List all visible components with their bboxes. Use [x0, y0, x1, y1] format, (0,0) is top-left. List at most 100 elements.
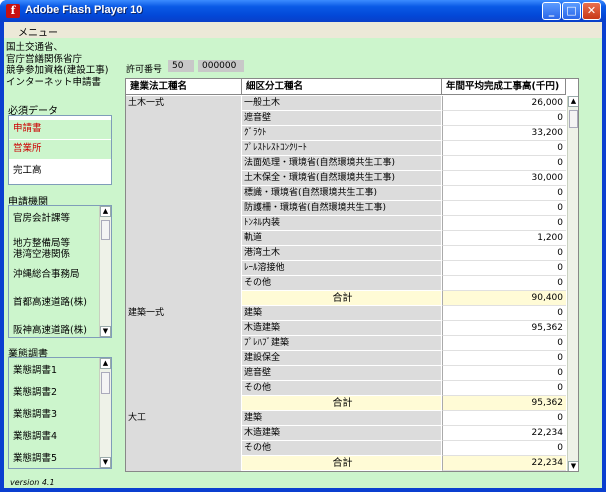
cell-sub-type: 建設保全 — [242, 351, 441, 366]
maximize-button[interactable]: □ — [562, 2, 581, 20]
col-header-annual-amount[interactable]: 年間平均完成工事高(千円) — [442, 79, 566, 95]
table-row: ｸﾞﾗｳﾄ 33,200 — [126, 126, 566, 141]
cell-amount-input[interactable]: 0 — [442, 141, 566, 156]
cell-sub-type: その他 — [242, 381, 441, 396]
cell-amount-input[interactable]: 0 — [442, 306, 566, 321]
cell-work-type: 土木一式 — [126, 96, 242, 111]
table-row: 木造建築 95,362 — [126, 321, 566, 336]
close-button[interactable]: ✕ — [582, 2, 601, 20]
table-row: その他 0 — [126, 441, 566, 456]
cell-amount-input[interactable]: 0 — [442, 276, 566, 291]
cell-amount-input: 90,400 — [442, 291, 566, 306]
org-title: 国土交通省、 官庁営繕関係省庁 競争参加資格(建設工事) インターネット申請書 — [6, 42, 109, 88]
col-header-sub-type[interactable]: 細区分工種名 — [242, 79, 442, 95]
agency-item[interactable]: 阪神高速道路(株) — [9, 322, 99, 336]
cell-amount-input[interactable]: 30,000 — [442, 171, 566, 186]
survey-item[interactable]: 業態調書4 — [9, 428, 99, 442]
cell-work-type — [126, 201, 242, 216]
table-row: 遮音壁 0 — [126, 111, 566, 126]
cell-amount-input[interactable]: 0 — [442, 411, 566, 426]
permit-number-value: 000000 — [198, 60, 244, 72]
cell-sub-type: その他 — [242, 441, 441, 456]
agency-item[interactable]: 沖縄総合事務局 — [9, 266, 99, 280]
scroll-thumb[interactable] — [101, 220, 110, 240]
table-total-row: 合計 90,400 — [126, 291, 566, 306]
cell-work-type — [126, 171, 242, 186]
survey-item[interactable]: 業態調書5 — [9, 450, 99, 464]
scroll-thumb[interactable] — [569, 110, 578, 128]
surveys-list: 業態調書1 業態調書2 業態調書3 業態調書4 業態調書5 ▲ ▼ — [8, 357, 112, 469]
col-header-work-type[interactable]: 建業法工種名 — [126, 79, 242, 95]
cell-amount-input[interactable]: 0 — [442, 246, 566, 261]
cell-amount-input[interactable]: 22,234 — [442, 426, 566, 441]
cell-work-type — [126, 111, 242, 126]
cell-total-label: 合計 — [242, 291, 441, 306]
scroll-up-icon[interactable]: ▲ — [100, 206, 111, 217]
title-bar[interactable]: f Adobe Flash Player 10 _ □ ✕ — [0, 0, 606, 22]
scroll-up-icon[interactable]: ▲ — [100, 358, 111, 369]
cell-amount-input[interactable]: 0 — [442, 381, 566, 396]
cell-amount-input[interactable]: 0 — [442, 111, 566, 126]
cell-amount-input[interactable]: 0 — [442, 336, 566, 351]
table-row: 法面処理・環境省(自然環境共生工事) 0 — [126, 156, 566, 171]
cell-work-type — [126, 456, 242, 471]
table-row: 遮音壁 0 — [126, 366, 566, 381]
required-item-office[interactable]: 営業所 — [9, 140, 111, 160]
minimize-button[interactable]: _ — [542, 2, 561, 20]
cell-work-type — [126, 156, 242, 171]
menu-item-menu[interactable]: メニュー — [18, 24, 58, 39]
cell-work-type — [126, 126, 242, 141]
permit-number-label: 許可番号 — [126, 65, 163, 75]
cell-work-type — [126, 216, 242, 231]
survey-item[interactable]: 業態調書3 — [9, 406, 99, 420]
version-label: version 4.1 — [10, 478, 55, 487]
cell-amount-input[interactable]: 26,000 — [442, 96, 566, 111]
survey-item[interactable]: 業態調書1 — [9, 362, 99, 376]
cell-sub-type: ﾄﾝﾈﾙ内装 — [242, 216, 441, 231]
cell-work-type — [126, 246, 242, 261]
scroll-down-icon[interactable]: ▼ — [100, 326, 111, 337]
cell-work-type: 建築一式 — [126, 306, 242, 321]
cell-sub-type: ﾌﾟﾚﾊﾌﾞ建築 — [242, 336, 441, 351]
cell-amount-input[interactable]: 0 — [442, 351, 566, 366]
survey-item[interactable]: 業態調書2 — [9, 384, 99, 398]
cell-sub-type: 法面処理・環境省(自然環境共生工事) — [242, 156, 441, 171]
cell-work-type — [126, 141, 242, 156]
cell-amount-input[interactable]: 0 — [442, 156, 566, 171]
cell-work-type — [126, 276, 242, 291]
cell-work-type — [126, 426, 242, 441]
grid-scrollbar[interactable]: ▲ ▼ — [567, 96, 578, 471]
cell-amount-input[interactable]: 0 — [442, 441, 566, 456]
agency-item[interactable]: 首都高速道路(株) — [9, 294, 99, 308]
cell-amount-input[interactable]: 0 — [442, 201, 566, 216]
table-row: ﾌﾟﾚﾊﾌﾞ建築 0 — [126, 336, 566, 351]
cell-work-type — [126, 366, 242, 381]
required-item-completed-amount[interactable]: 完工高 — [9, 162, 111, 182]
surveys-scrollbar[interactable]: ▲ ▼ — [99, 358, 111, 468]
agency-item[interactable]: 地方整備局等 港湾空港関係 — [9, 238, 99, 260]
required-item-application[interactable]: 申請書 — [9, 120, 111, 140]
cell-amount-input[interactable]: 1,200 — [442, 231, 566, 246]
scroll-down-icon[interactable]: ▼ — [568, 461, 578, 471]
agencies-scrollbar[interactable]: ▲ ▼ — [99, 206, 111, 337]
cell-sub-type: 防護柵・環境省(自然環境共生工事) — [242, 201, 441, 216]
menu-bar: メニュー — [4, 22, 602, 39]
scroll-thumb[interactable] — [101, 372, 110, 394]
table-total-row: 合計 22,234 — [126, 456, 566, 471]
cell-work-type — [126, 381, 242, 396]
cell-amount-input[interactable]: 95,362 — [442, 321, 566, 336]
cell-amount-input[interactable]: 0 — [442, 216, 566, 231]
cell-amount-input: 95,362 — [442, 396, 566, 411]
cell-work-type: 大工 — [126, 411, 242, 426]
cell-amount-input[interactable]: 0 — [442, 261, 566, 276]
window-title: Adobe Flash Player 10 — [25, 4, 143, 16]
cell-amount-input[interactable]: 0 — [442, 366, 566, 381]
scroll-down-icon[interactable]: ▼ — [100, 457, 111, 468]
cell-work-type — [126, 336, 242, 351]
agency-item[interactable]: 官房会計課等 — [9, 210, 99, 224]
cell-amount-input[interactable]: 33,200 — [442, 126, 566, 141]
grid-header: 建業法工種名 細区分工種名 年間平均完成工事高(千円) — [126, 79, 566, 95]
client-area: 国土交通省、 官庁営繕関係省庁 競争参加資格(建設工事) インターネット申請書 … — [4, 38, 602, 488]
cell-amount-input[interactable]: 0 — [442, 186, 566, 201]
scroll-up-icon[interactable]: ▲ — [568, 96, 578, 107]
